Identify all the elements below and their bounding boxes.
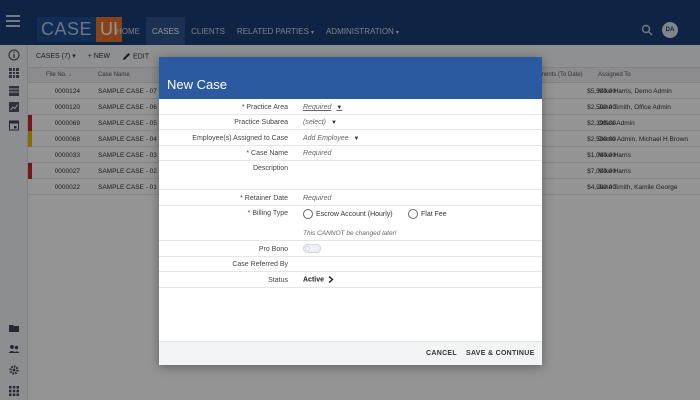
case-name-label: * Case Name bbox=[246, 150, 288, 157]
pro-bono-label: Pro Bono bbox=[258, 246, 288, 253]
case-name-input[interactable]: Required bbox=[303, 150, 331, 157]
billing-type-label: * Billing Type bbox=[247, 210, 288, 217]
flat-fee-label: Flat Fee bbox=[421, 210, 447, 218]
practice-area-label: * Practice Area bbox=[241, 104, 288, 111]
retainer-date-input[interactable]: Required bbox=[303, 195, 331, 202]
caret-down-icon: ▼ bbox=[330, 120, 337, 126]
new-case-dialog: New Case * Practice Area Required ▼ Pract… bbox=[159, 57, 542, 365]
billing-option-flat-fee[interactable]: Flat Fee bbox=[408, 209, 447, 219]
form-row-employees: Employee(s) Assigned to Case Add Employe… bbox=[159, 130, 542, 146]
form-row-description: Description bbox=[159, 161, 542, 190]
form-row-pro-bono: Pro Bono bbox=[159, 241, 542, 257]
practice-subarea-label: Practice Subarea bbox=[234, 119, 288, 126]
practice-subarea-value: (select) bbox=[303, 119, 326, 126]
add-employee-value: Add Employee bbox=[303, 135, 349, 142]
escrow-label: Escrow Account (Hourly) bbox=[316, 210, 393, 218]
pro-bono-toggle[interactable] bbox=[303, 244, 321, 253]
status-selector[interactable]: Active bbox=[303, 275, 334, 284]
form-row-retainer-date: * Retainer Date Required bbox=[159, 190, 542, 206]
dialog-header: New Case bbox=[159, 57, 542, 99]
caret-down-icon: ▼ bbox=[336, 105, 343, 111]
cancel-button[interactable]: CANCEL bbox=[426, 350, 457, 357]
form-row-referred-by: Case Referred By bbox=[159, 257, 542, 272]
employees-label: Employee(s) Assigned to Case bbox=[192, 135, 288, 142]
toggle-knob bbox=[305, 246, 310, 251]
caret-down-icon: ▼ bbox=[353, 136, 360, 142]
retainer-date-label: * Retainer Date bbox=[240, 195, 288, 202]
practice-subarea-select[interactable]: (select) ▼ bbox=[303, 119, 337, 126]
form-row-practice-subarea: Practice Subarea (select) ▼ bbox=[159, 115, 542, 130]
form-row-status: Status Active bbox=[159, 272, 542, 288]
form-row-case-name: * Case Name Required bbox=[159, 146, 542, 161]
dialog-footer: CANCEL SAVE & CONTINUE bbox=[159, 341, 542, 365]
radio-escrow[interactable] bbox=[303, 209, 313, 219]
form-row-practice-area: * Practice Area Required ▼ bbox=[159, 99, 542, 115]
add-employee-select[interactable]: Add Employee ▼ bbox=[303, 135, 359, 142]
radio-flat-fee[interactable] bbox=[408, 209, 418, 219]
practice-area-value: Required bbox=[303, 104, 332, 111]
description-input[interactable] bbox=[303, 165, 533, 185]
status-label: Status bbox=[268, 277, 288, 284]
practice-area-select[interactable]: Required ▼ bbox=[303, 104, 342, 111]
billing-option-escrow[interactable]: Escrow Account (Hourly) bbox=[303, 209, 393, 219]
save-continue-button[interactable]: SAVE & CONTINUE bbox=[466, 350, 535, 357]
status-value: Active bbox=[303, 276, 325, 284]
description-label: Description bbox=[252, 165, 288, 172]
form-row-billing-type: * Billing Type Escrow Account (Hourly) F… bbox=[159, 206, 542, 241]
referred-by-input[interactable] bbox=[303, 261, 533, 270]
chevron-right-icon bbox=[328, 275, 334, 284]
billing-type-warning: This CANNOT be changed later! bbox=[303, 230, 397, 237]
dialog-title: New Case bbox=[167, 77, 227, 92]
referred-by-label: Case Referred By bbox=[232, 261, 288, 268]
